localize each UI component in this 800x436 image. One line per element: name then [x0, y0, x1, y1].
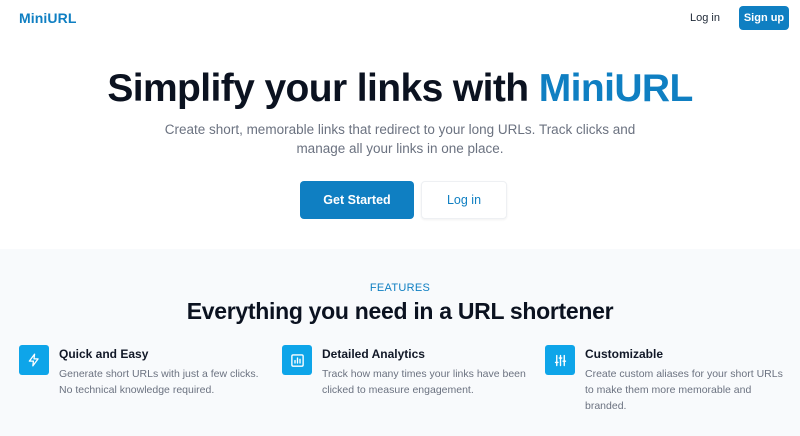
features-section: FEATURES Everything you need in a URL sh… — [0, 249, 800, 436]
feature-description: Create custom aliases for your short URL… — [585, 368, 783, 412]
hero-title-prefix: Simplify your links with — [107, 67, 539, 110]
sliders-icon — [545, 345, 575, 375]
get-started-button[interactable]: Get Started — [300, 181, 414, 219]
signup-button[interactable]: Sign up — [739, 6, 789, 30]
features-eyebrow: FEATURES — [369, 282, 431, 294]
hero-subtitle: Create short, memorable links that redir… — [164, 122, 636, 156]
feature-title: Detailed Analytics — [322, 347, 425, 361]
top-nav: MiniURL Log in Sign up — [0, 0, 800, 36]
hero-login-button[interactable]: Log in — [421, 181, 507, 219]
feature-description: Track how many times your links have bee… — [322, 368, 526, 396]
feature-title: Customizable — [585, 347, 664, 361]
logo[interactable]: MiniURL — [19, 10, 76, 26]
nav-login-link[interactable]: Log in — [690, 12, 720, 24]
bar-chart-icon — [282, 345, 312, 375]
feature-title: Quick and Easy — [59, 347, 149, 361]
hero-title-accent: MiniURL — [538, 67, 694, 110]
lightning-icon — [19, 345, 49, 375]
hero-title: Simplify your links with MiniURL — [0, 67, 800, 111]
features-title: Everything you need in a URL shortener — [186, 298, 614, 324]
feature-description: Generate short URLs with just a few clic… — [59, 368, 259, 396]
